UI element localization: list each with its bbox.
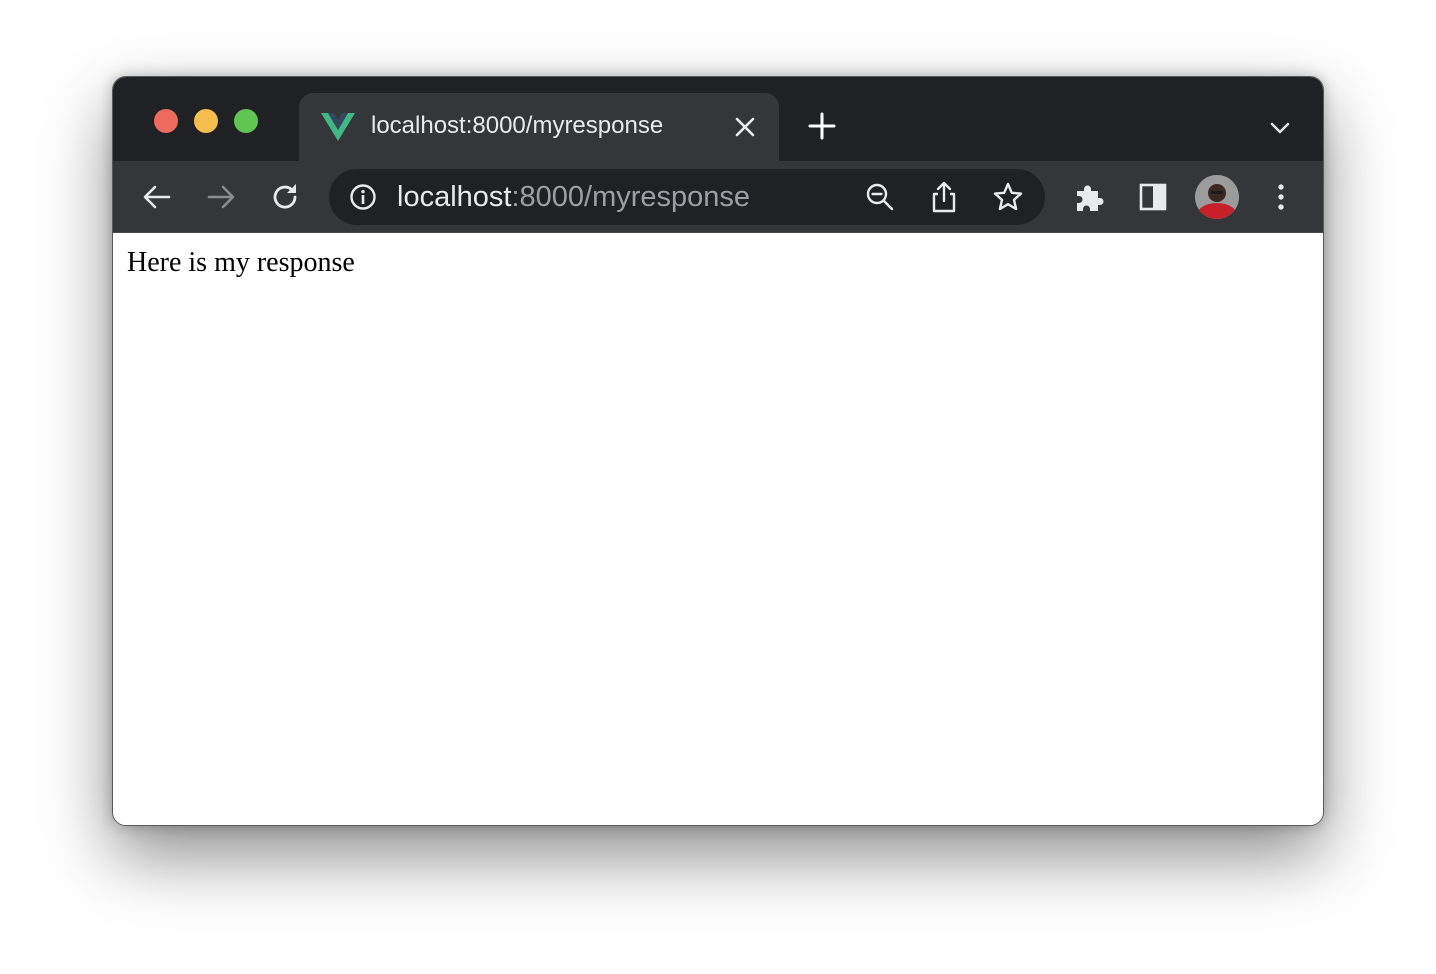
profile-photo: [1195, 175, 1239, 219]
reload-icon: [273, 184, 297, 209]
more-menu-icon: [1278, 184, 1284, 210]
new-tab-icon[interactable]: [807, 111, 837, 141]
url-host: localhost: [397, 181, 512, 213]
reload-button[interactable]: [265, 177, 305, 217]
active-tab[interactable]: localhost:8000/myresponse: [299, 93, 779, 161]
close-tab-icon[interactable]: [733, 115, 757, 139]
more-menu-button[interactable]: [1261, 177, 1301, 217]
bookmark-star-icon[interactable]: [992, 181, 1024, 213]
response-text: Here is my response: [127, 247, 355, 278]
back-button[interactable]: [137, 177, 177, 217]
minimize-window-button[interactable]: [194, 109, 218, 133]
side-panel-button[interactable]: [1133, 177, 1173, 217]
zoom-out-icon[interactable]: [865, 182, 895, 212]
forward-button[interactable]: [201, 177, 241, 217]
title-bar: localhost:8000/myresponse: [113, 77, 1323, 161]
close-window-button[interactable]: [154, 109, 178, 133]
tab-title: localhost:8000/myresponse: [371, 112, 664, 139]
vue-logo-icon: [321, 113, 355, 141]
forward-icon: [207, 185, 235, 209]
url-path: :8000/myresponse: [511, 181, 751, 213]
page-content: Here is my response: [113, 233, 1323, 825]
extensions-button[interactable]: [1069, 177, 1109, 217]
browser-window: localhost:8000/myresponse localhost:8000…: [112, 76, 1324, 826]
share-icon[interactable]: [929, 180, 959, 214]
extensions-icon: [1077, 185, 1104, 211]
maximize-window-button[interactable]: [234, 109, 258, 133]
address-bar[interactable]: localhost:8000/myresponse: [329, 169, 1045, 225]
url-text[interactable]: localhost:8000/myresponse: [397, 181, 750, 213]
profile-avatar[interactable]: [1195, 175, 1239, 219]
chevron-down-icon[interactable]: [1267, 117, 1293, 139]
browser-toolbar: localhost:8000/myresponse: [113, 161, 1323, 233]
side-panel-icon: [1139, 183, 1167, 211]
site-info-icon[interactable]: [349, 183, 377, 211]
back-icon: [143, 185, 171, 209]
